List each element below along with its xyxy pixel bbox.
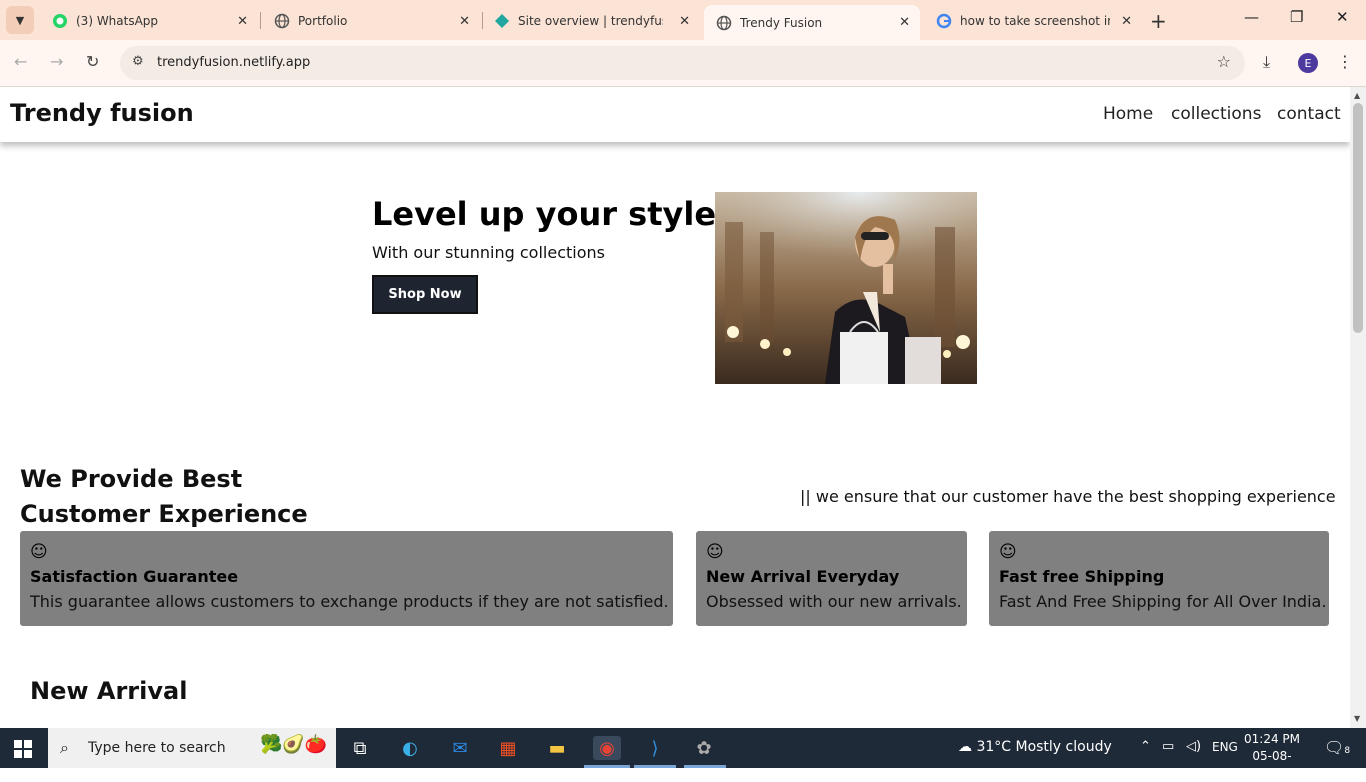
cloud-icon: ☁ xyxy=(958,739,977,755)
new-tab-button[interactable]: + xyxy=(1150,9,1167,33)
notification-icon[interactable]: 🗨8 xyxy=(1324,738,1350,757)
hero-title: Level up your style xyxy=(372,195,717,233)
forward-button[interactable]: → xyxy=(50,52,63,71)
store-icon[interactable]: ▦ xyxy=(494,736,522,760)
tab-portfolio[interactable]: Portfolio ✕ xyxy=(262,6,480,36)
shop-now-button[interactable]: Shop Now xyxy=(372,275,478,314)
scrollbar-thumb[interactable] xyxy=(1353,103,1363,333)
tab-title: Portfolio xyxy=(298,14,348,28)
close-icon[interactable]: ✕ xyxy=(1121,14,1132,29)
whatsapp-icon xyxy=(52,13,68,29)
tab-title: (3) WhatsApp xyxy=(76,14,159,28)
app-icon[interactable]: ✿ xyxy=(690,736,718,760)
tab-site-overview[interactable]: Site overview | trendyfusion ✕ xyxy=(482,6,700,36)
feature-card-shipping: ☺ Fast free Shipping Fast And Free Shipp… xyxy=(989,531,1329,626)
site-navbar: Trendy fusion Home collections contact xyxy=(0,87,1350,142)
card-description: This guarantee allows customers to excha… xyxy=(30,592,669,611)
globe-icon xyxy=(716,15,732,31)
nav-contact[interactable]: contact xyxy=(1277,104,1341,124)
site-info-icon[interactable]: ⚙ xyxy=(132,54,144,69)
tab-search-button[interactable]: ▼ xyxy=(6,6,34,34)
bookmark-star-icon[interactable]: ☆ xyxy=(1217,52,1231,71)
restore-button[interactable]: ❐ xyxy=(1290,8,1303,26)
taskbar-clock[interactable]: 01:24 PM 05-08-2024 xyxy=(1244,731,1300,782)
windows-taskbar: ⌕ Type here to search 🥦🥑🍅 ⧉ ◐ ✉ ▦ ▬ ◉ ⟩ … xyxy=(0,728,1366,780)
close-icon[interactable]: ✕ xyxy=(459,14,470,29)
globe-icon xyxy=(274,13,290,29)
menu-icon[interactable]: ⋮ xyxy=(1337,52,1353,71)
language-indicator[interactable]: ENG xyxy=(1212,740,1238,754)
tab-title: Trendy Fusion xyxy=(740,15,823,30)
tab-title: Site overview | trendyfusion xyxy=(518,14,663,28)
nav-collections[interactable]: collections xyxy=(1171,104,1261,124)
notification-count: 8 xyxy=(1344,746,1351,756)
web-page: Trendy fusion Home collections contact L… xyxy=(0,87,1350,728)
hero-image xyxy=(715,192,977,384)
scroll-down-arrow-icon[interactable]: ▼ xyxy=(1354,714,1360,723)
taskbar-search[interactable]: ⌕ Type here to search 🥦🥑🍅 xyxy=(48,728,336,768)
task-view-icon[interactable]: ⧉ xyxy=(346,736,374,760)
section-tagline: || we ensure that our customer have the … xyxy=(800,487,1336,506)
tab-title: how to take screenshot in w xyxy=(960,14,1110,28)
site-brand[interactable]: Trendy fusion xyxy=(10,99,194,127)
hero-subtitle: With our stunning collections xyxy=(372,243,605,262)
close-icon[interactable]: ✕ xyxy=(899,15,910,30)
search-highlight-icon: 🥦🥑🍅 xyxy=(260,734,328,755)
chevron-down-icon: ▼ xyxy=(15,13,25,27)
new-arrival-heading: New Arrival xyxy=(30,677,188,705)
tab-whatsapp[interactable]: (3) WhatsApp ✕ xyxy=(40,6,258,36)
smile-icon: ☺ xyxy=(30,542,48,562)
back-button[interactable]: ← xyxy=(14,52,27,71)
search-icon: ⌕ xyxy=(60,738,69,757)
smile-icon: ☺ xyxy=(706,542,724,562)
clock-time: 01:24 PM xyxy=(1244,732,1300,746)
chrome-icon[interactable]: ◉ xyxy=(593,736,621,760)
tab-google-search[interactable]: how to take screenshot in w ✕ xyxy=(924,6,1142,36)
card-description: Obsessed with our new arrivals. xyxy=(706,592,962,611)
google-icon xyxy=(936,13,952,29)
netlify-icon xyxy=(494,13,510,29)
file-explorer-icon[interactable]: ▬ xyxy=(543,736,571,760)
nav-home[interactable]: Home xyxy=(1103,104,1153,124)
vscode-icon[interactable]: ⟩ xyxy=(641,736,669,760)
clock-date: 05-08-2024 xyxy=(1252,749,1292,780)
feature-card-new-arrival: ☺ New Arrival Everyday Obsessed with our… xyxy=(696,531,967,626)
edge-icon[interactable]: ◐ xyxy=(396,736,424,760)
mail-icon[interactable]: ✉ xyxy=(446,736,474,760)
weather-text: 31°C Mostly cloudy xyxy=(976,739,1112,755)
page-scrollbar[interactable]: ▲ ▼ xyxy=(1350,87,1366,728)
browser-chrome: ▼ (3) WhatsApp ✕ Portfolio ✕ Site overvi… xyxy=(0,0,1366,87)
card-description: Fast And Free Shipping for All Over Indi… xyxy=(999,592,1327,611)
card-title: Satisfaction Guarantee xyxy=(30,567,239,586)
close-icon[interactable]: ✕ xyxy=(237,14,248,29)
scroll-up-arrow-icon[interactable]: ▲ xyxy=(1354,91,1360,100)
close-window-button[interactable]: ✕ xyxy=(1336,8,1349,26)
tab-strip: ▼ (3) WhatsApp ✕ Portfolio ✕ Site overvi… xyxy=(0,0,1366,40)
show-hidden-icons[interactable]: ⌃ xyxy=(1140,739,1151,754)
url-text[interactable]: trendyfusion.netlify.app xyxy=(157,55,310,70)
section-title: We Provide Best Customer Experience xyxy=(20,465,308,528)
feature-card-satisfaction: ☺ Satisfaction Guarantee This guarantee … xyxy=(20,531,673,626)
windows-start-icon[interactable] xyxy=(14,740,32,758)
close-icon[interactable]: ✕ xyxy=(679,14,690,29)
reload-button[interactable]: ↻ xyxy=(86,52,99,71)
volume-icon[interactable]: ◁) xyxy=(1186,739,1201,754)
card-title: Fast free Shipping xyxy=(999,567,1165,586)
smile-icon: ☺ xyxy=(999,542,1017,562)
card-title: New Arrival Everyday xyxy=(706,567,900,586)
profile-avatar[interactable]: E xyxy=(1298,53,1318,73)
weather-widget[interactable]: ☁ 31°C Mostly cloudy xyxy=(958,739,1112,755)
download-icon[interactable]: ⤓ xyxy=(1263,52,1270,72)
battery-icon[interactable]: ▭ xyxy=(1162,739,1174,754)
tab-trendy-fusion[interactable]: Trendy Fusion ✕ xyxy=(704,5,920,40)
search-placeholder: Type here to search xyxy=(88,740,226,756)
minimize-button[interactable]: — xyxy=(1244,8,1259,26)
address-bar[interactable]: ⚙ trendyfusion.netlify.app ☆ xyxy=(120,46,1245,80)
browser-toolbar: ← → ↻ ⚙ trendyfusion.netlify.app ☆ ⤓ ⋮ xyxy=(0,40,1366,87)
